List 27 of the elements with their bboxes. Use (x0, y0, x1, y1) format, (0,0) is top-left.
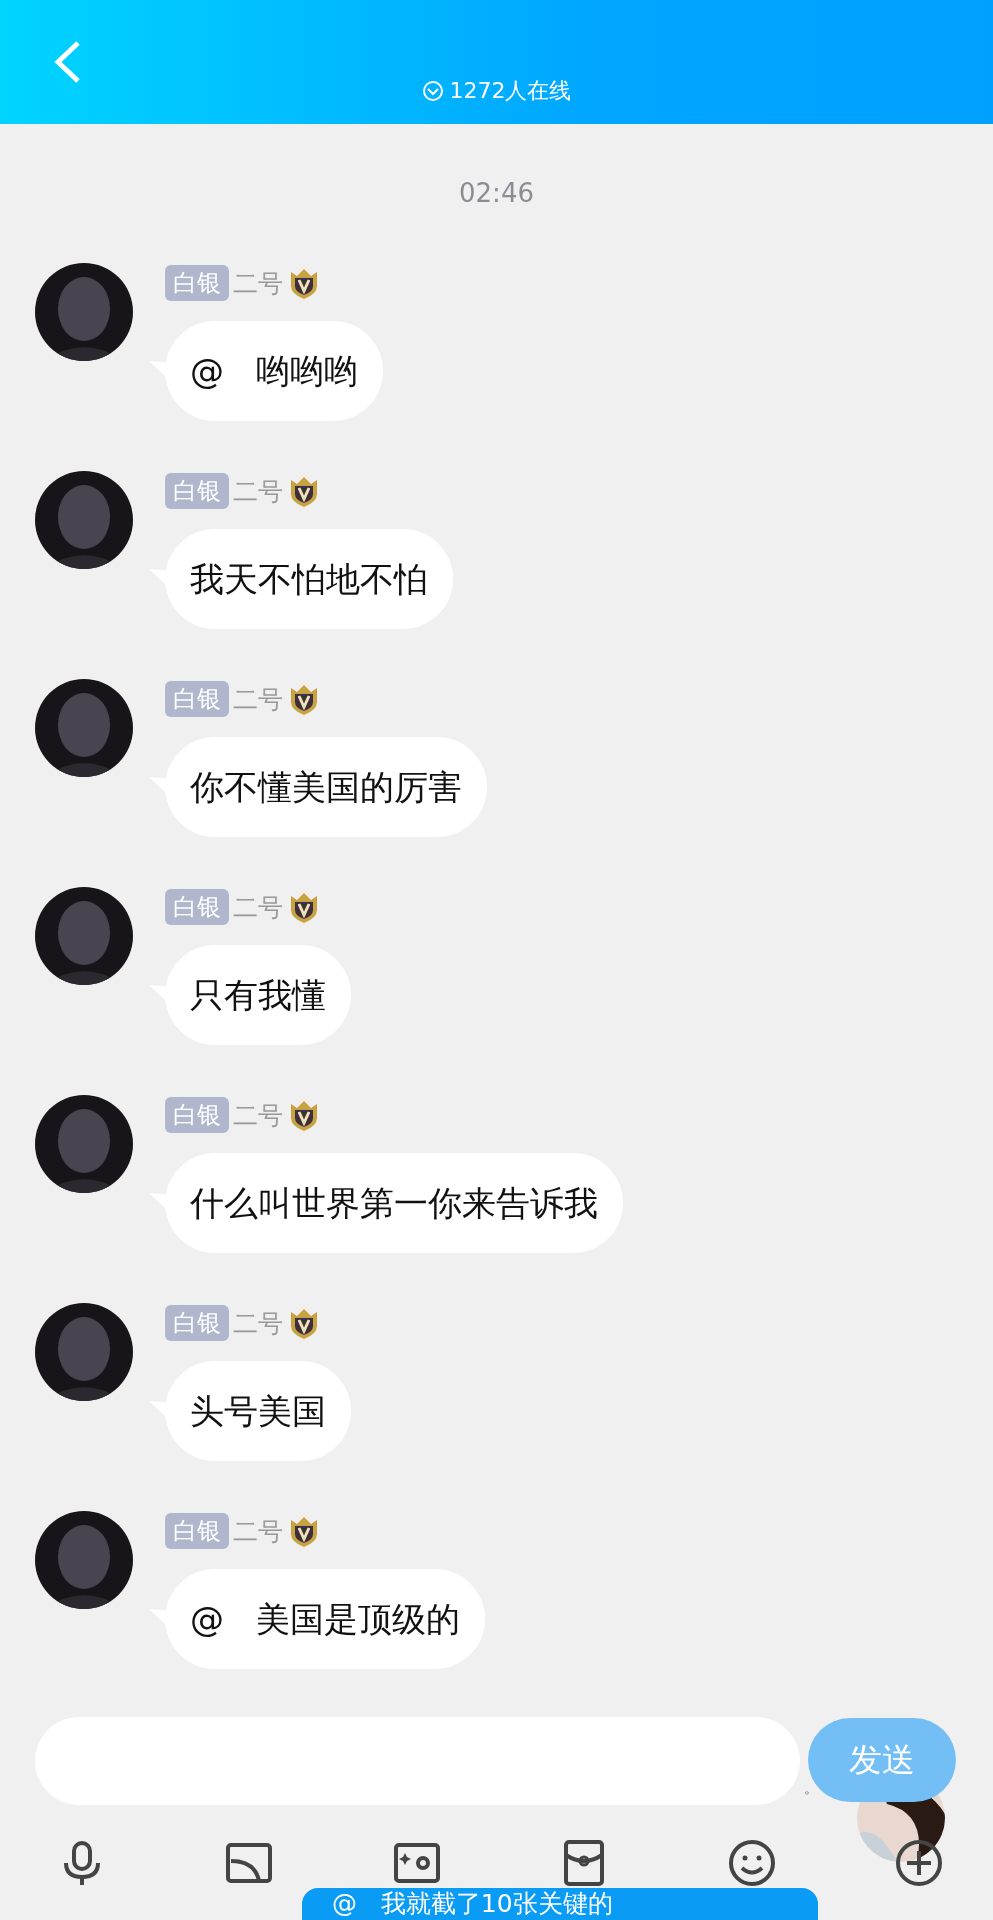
sender-name: 二号 (233, 1099, 283, 1132)
message-bubble: @ 我就截了10张关键的 (302, 1888, 818, 1920)
send-button[interactable]: 发送 (808, 1718, 956, 1802)
sender-name: 二号 (233, 891, 283, 924)
message-bubble: 我天不怕地不怕 (165, 529, 453, 629)
online-count: 1272人在线 (449, 77, 572, 105)
rank-badge: 白银 (165, 681, 229, 717)
plus-icon[interactable] (894, 1839, 943, 1887)
rank-badge: 白银 (165, 1513, 229, 1549)
sender-name: 二号 (233, 1515, 283, 1548)
message-bubble: 头号美国 (165, 1361, 351, 1461)
rank-badge: 白银 (165, 1305, 229, 1341)
sender-name: 二号 (233, 475, 283, 508)
rank-badge: 白银 (165, 1097, 229, 1133)
message-bubble: @ 哟哟哟 (165, 321, 384, 421)
message-bubble: @ 美国是顶级的 (165, 1569, 486, 1669)
timestamp: 02:46 (459, 178, 534, 208)
sender-name: 二号 (233, 683, 283, 716)
smiley-icon[interactable] (727, 1839, 776, 1887)
rank-badge: 白银 (165, 265, 229, 301)
sender-name: 二号 (233, 1307, 283, 1340)
rank-badge: 白银 (165, 889, 229, 925)
rank-badge: 白银 (165, 473, 229, 509)
message-bubble: 你不懂美国的厉害 (165, 737, 487, 837)
message-bubble: 什么叫世界第一你来告诉我 (165, 1153, 623, 1253)
message-bubble: 只有我懂 (165, 945, 351, 1045)
sender-name: 二号 (233, 267, 283, 300)
